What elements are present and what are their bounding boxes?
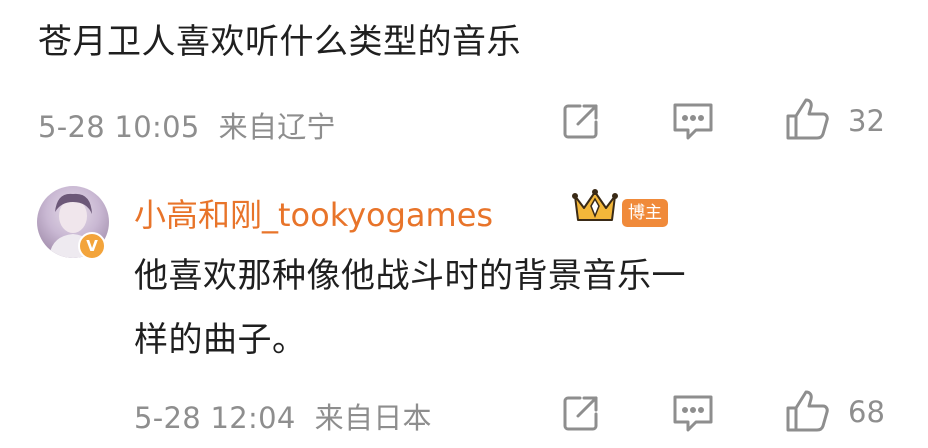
post-text: 苍月卫人喜欢听什么类型的音乐	[38, 22, 521, 62]
like-icon[interactable]	[784, 388, 830, 434]
comment-icon[interactable]	[670, 100, 716, 142]
post-like-count: 32	[848, 104, 885, 138]
reply-text-line2: 样的曲子。	[134, 320, 307, 360]
share-icon[interactable]	[560, 392, 602, 434]
reply-username[interactable]: 小高和刚_tookyogames	[134, 190, 493, 236]
reply-meta: 5-28 12:04 来自日本	[134, 401, 432, 435]
like-icon[interactable]	[784, 96, 830, 142]
reply-like-count: 68	[848, 395, 885, 429]
crown-icon	[570, 186, 620, 226]
post-meta: 5-28 10:05 来自辽宁	[38, 110, 336, 144]
share-icon[interactable]	[560, 100, 602, 142]
reply-text-line1: 他喜欢那种像他战斗时的背景音乐一	[134, 256, 686, 296]
blogger-badge: 博主	[622, 199, 668, 227]
comment-icon[interactable]	[670, 392, 716, 434]
verified-badge: V	[78, 232, 106, 260]
